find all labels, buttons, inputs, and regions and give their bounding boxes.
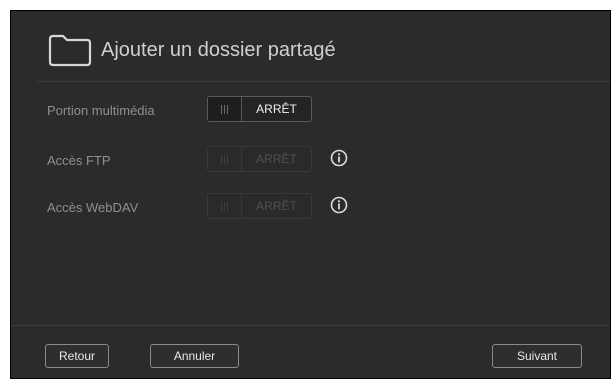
toggle-grip-icon [208,97,242,121]
ftp-access-toggle: ARRÊT [207,146,312,172]
add-shared-folder-dialog: Ajouter un dossier partagé Portion multi… [10,10,611,379]
toggle-grip-icon [208,147,242,171]
cancel-button[interactable]: Annuler [150,344,239,368]
next-button[interactable]: Suivant [492,344,582,368]
folder-icon [47,33,93,67]
webdav-info-icon[interactable] [330,196,348,214]
webdav-access-row: Accès WebDAV ARRÊT [11,193,610,223]
header-divider [37,81,610,82]
ftp-access-label: Accès FTP [47,153,111,168]
media-serving-row: Portion multimédia ARRÊT [11,96,610,126]
toggle-grip-icon [208,194,242,218]
back-button[interactable]: Retour [45,344,109,368]
dialog-header: Ajouter un dossier partagé [11,11,610,83]
toggle-state-label: ARRÊT [256,102,297,116]
dialog-title: Ajouter un dossier partagé [101,39,336,61]
toggle-state-label: ARRÊT [256,199,297,213]
toggle-state-label: ARRÊT [256,152,297,166]
media-serving-toggle[interactable]: ARRÊT [207,96,312,122]
webdav-access-label: Accès WebDAV [47,200,139,215]
ftp-access-row: Accès FTP ARRÊT [11,146,610,176]
webdav-access-toggle: ARRÊT [207,193,312,219]
ftp-info-icon[interactable] [330,149,348,167]
footer-divider [11,325,610,326]
media-serving-label: Portion multimédia [47,103,155,118]
